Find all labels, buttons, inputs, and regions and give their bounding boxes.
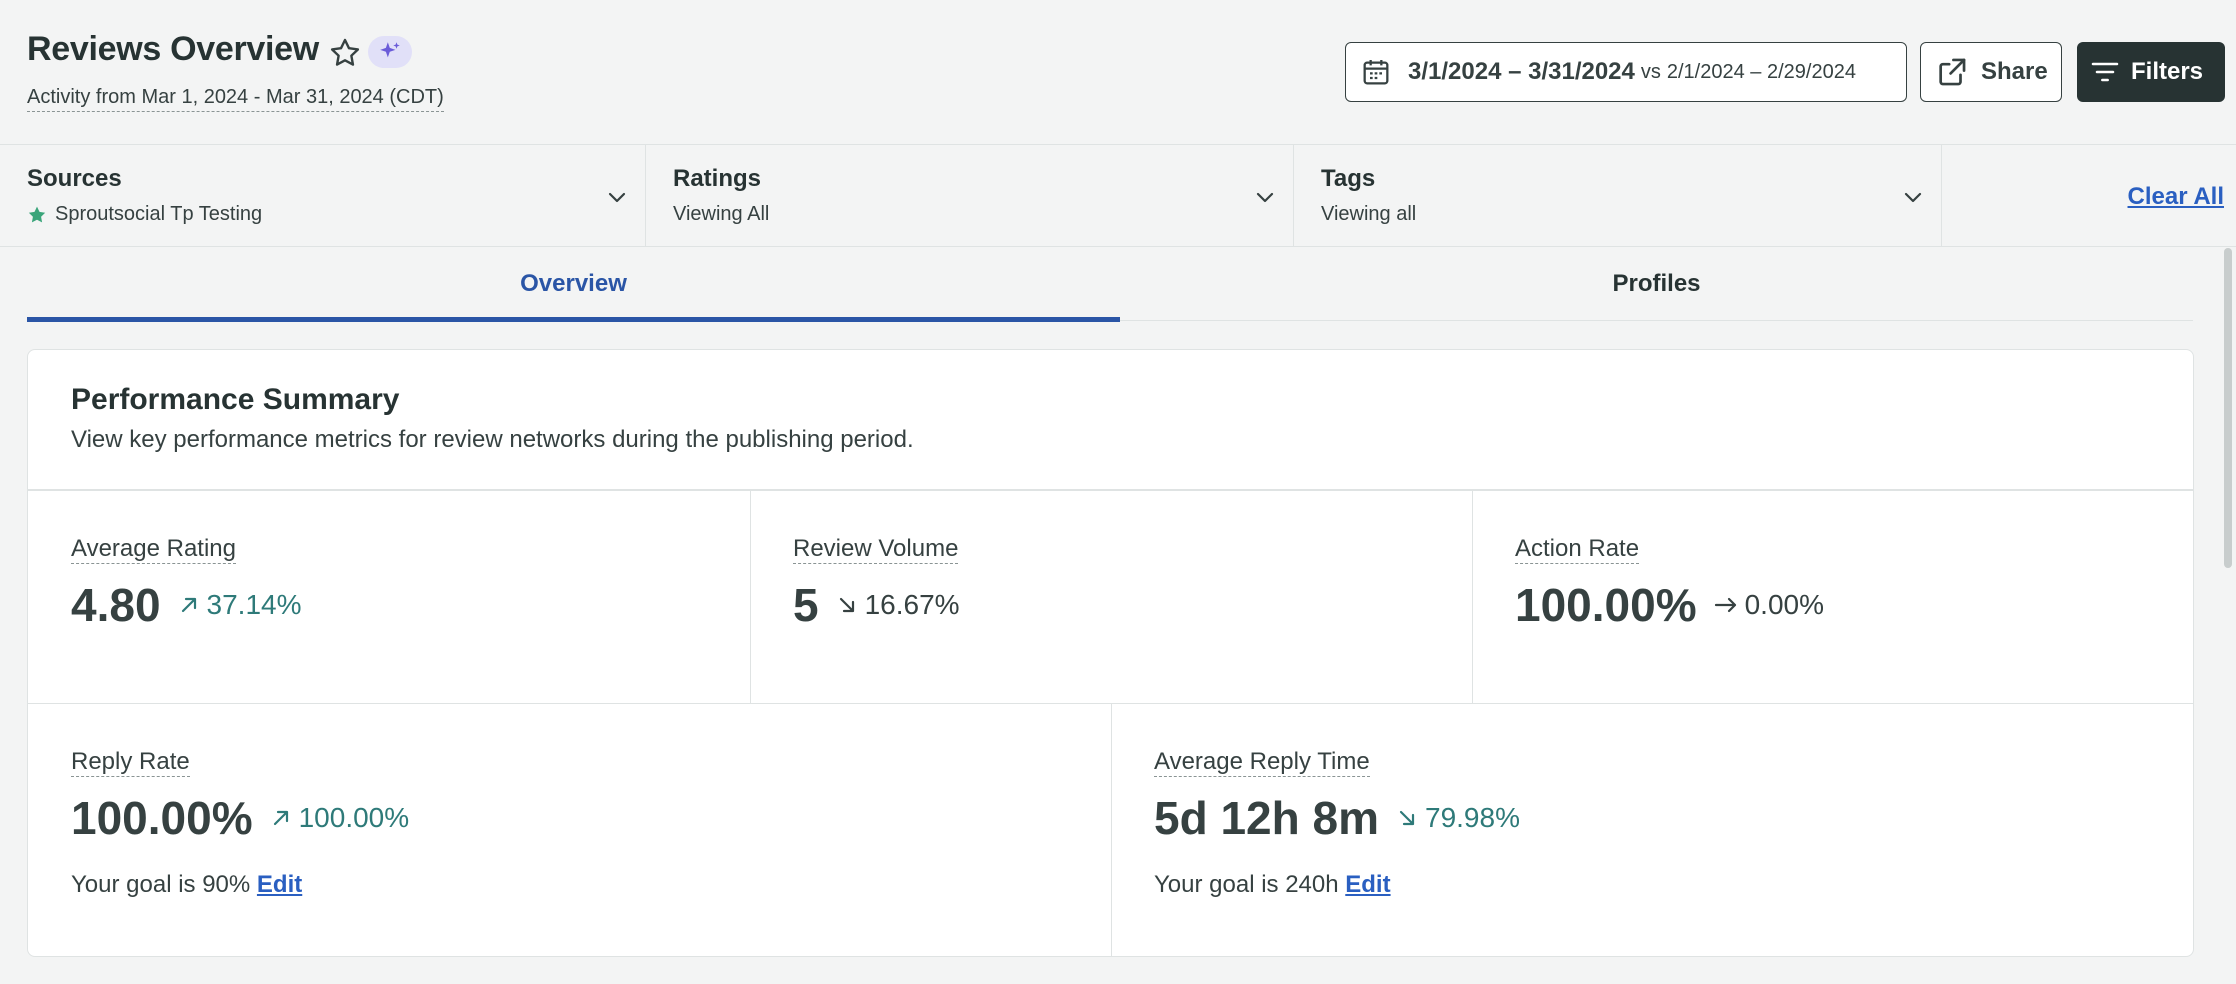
goal-label: Your goal is 90%: [71, 871, 251, 898]
tags-filter-label: Tags: [1321, 165, 1376, 192]
metric-value: 4.80: [71, 579, 161, 631]
clear-all-link[interactable]: Clear All: [2128, 183, 2224, 211]
view-tabs: Overview Profiles: [27, 247, 2193, 322]
arrow-right-icon: [1714, 597, 1736, 613]
edit-goal-link[interactable]: Edit: [1345, 871, 1390, 898]
goal-text: Your goal is 240h Edit: [1154, 871, 1391, 899]
page-title: Reviews Overview: [27, 30, 319, 68]
sources-filter-value: Sproutsocial Tp Testing: [55, 203, 263, 225]
metric-value: 100.00%: [1515, 579, 1697, 631]
tab-profiles[interactable]: Profiles: [1120, 247, 2193, 321]
metric-average-rating: Average Rating 4.80 37.14%: [28, 490, 750, 703]
calendar-icon: [1360, 56, 1392, 88]
goal-label: Your goal is 240h: [1154, 871, 1339, 898]
chevron-down-icon: [1256, 192, 1274, 203]
tab-overview[interactable]: Overview: [27, 247, 1120, 322]
sources-filter-label: Sources: [27, 165, 122, 192]
compare-range-label: 2/1/2024 – 2/29/2024: [1666, 60, 1856, 83]
filters-button-label: Filters: [2131, 58, 2204, 85]
tags-filter-dropdown[interactable]: Tags Viewing all: [1294, 145, 1942, 247]
sources-filter-dropdown[interactable]: Sources Sproutsocial Tp Testing: [0, 145, 646, 247]
metric-change: 37.14%: [206, 589, 302, 620]
tags-filter-value: Viewing all: [1321, 203, 1417, 225]
share-icon: [1939, 58, 1966, 86]
metric-label[interactable]: Reply Rate: [71, 748, 190, 777]
ratings-filter-value: Viewing All: [673, 203, 770, 225]
activity-date-subtitle[interactable]: Activity from Mar 1, 2024 - Mar 31, 2024…: [27, 86, 444, 112]
metric-label[interactable]: Average Reply Time: [1154, 748, 1370, 777]
page-header: Reviews Overview Activity from Mar 1, 20…: [0, 0, 2236, 144]
favorite-star-icon[interactable]: [328, 36, 362, 70]
share-button[interactable]: Share: [1920, 42, 2062, 102]
ai-sparkle-icon[interactable]: [368, 36, 412, 68]
metric-label[interactable]: Review Volume: [793, 535, 959, 564]
metric-review-volume: Review Volume 5 16.67%: [750, 490, 1472, 703]
metric-action-rate: Action Rate 100.00% 0.00%: [1472, 490, 2193, 703]
arrow-up-right-icon: [273, 810, 288, 826]
metric-value: 5d 12h 8m: [1154, 792, 1379, 844]
vertical-scrollbar[interactable]: [2224, 248, 2232, 568]
metric-reply-rate: Reply Rate 100.00% 100.00% Your goal is …: [28, 703, 1111, 956]
metric-label[interactable]: Action Rate: [1515, 535, 1640, 564]
goal-text: Your goal is 90% Edit: [71, 871, 302, 899]
ratings-filter-dropdown[interactable]: Ratings Viewing All: [646, 145, 1294, 247]
metric-change: 79.98%: [1425, 802, 1520, 833]
card-title: Performance Summary: [71, 383, 400, 416]
metric-label[interactable]: Average Rating: [71, 535, 236, 564]
metric-value: 5: [793, 579, 819, 631]
chevron-down-icon: [608, 192, 626, 203]
share-button-label: Share: [1981, 58, 2048, 85]
arrow-down-right-icon: [1399, 810, 1415, 826]
date-range-label: 3/1/2024 – 3/31/2024: [1408, 58, 1635, 85]
performance-summary-card: Performance Summary View key performance…: [27, 349, 2194, 957]
date-range-picker-button[interactable]: 3/1/2024 – 3/31/2024 vs 2/1/2024 – 2/29/…: [1345, 42, 1907, 102]
metric-change: 100.00%: [298, 802, 410, 833]
edit-goal-link[interactable]: Edit: [257, 871, 302, 898]
metric-change: 0.00%: [1744, 589, 1825, 620]
source-star-icon: [28, 206, 46, 222]
arrow-down-right-icon: [839, 597, 854, 613]
filters-button[interactable]: Filters: [2077, 42, 2225, 102]
metric-value: 100.00%: [71, 792, 253, 844]
metric-change: 16.67%: [864, 589, 960, 620]
compare-prefix: vs: [1640, 60, 1661, 83]
metric-average-reply-time: Average Reply Time 5d 12h 8m 79.98% Your…: [1111, 703, 2193, 956]
chevron-down-icon: [1904, 192, 1922, 203]
ratings-filter-label: Ratings: [673, 165, 762, 192]
arrow-up-right-icon: [181, 597, 196, 613]
card-description: View key performance metrics for review …: [71, 426, 914, 453]
filter-bar: Sources Sproutsocial Tp Testing Ratings …: [0, 144, 2236, 247]
filter-lines-icon: [2091, 62, 2119, 82]
